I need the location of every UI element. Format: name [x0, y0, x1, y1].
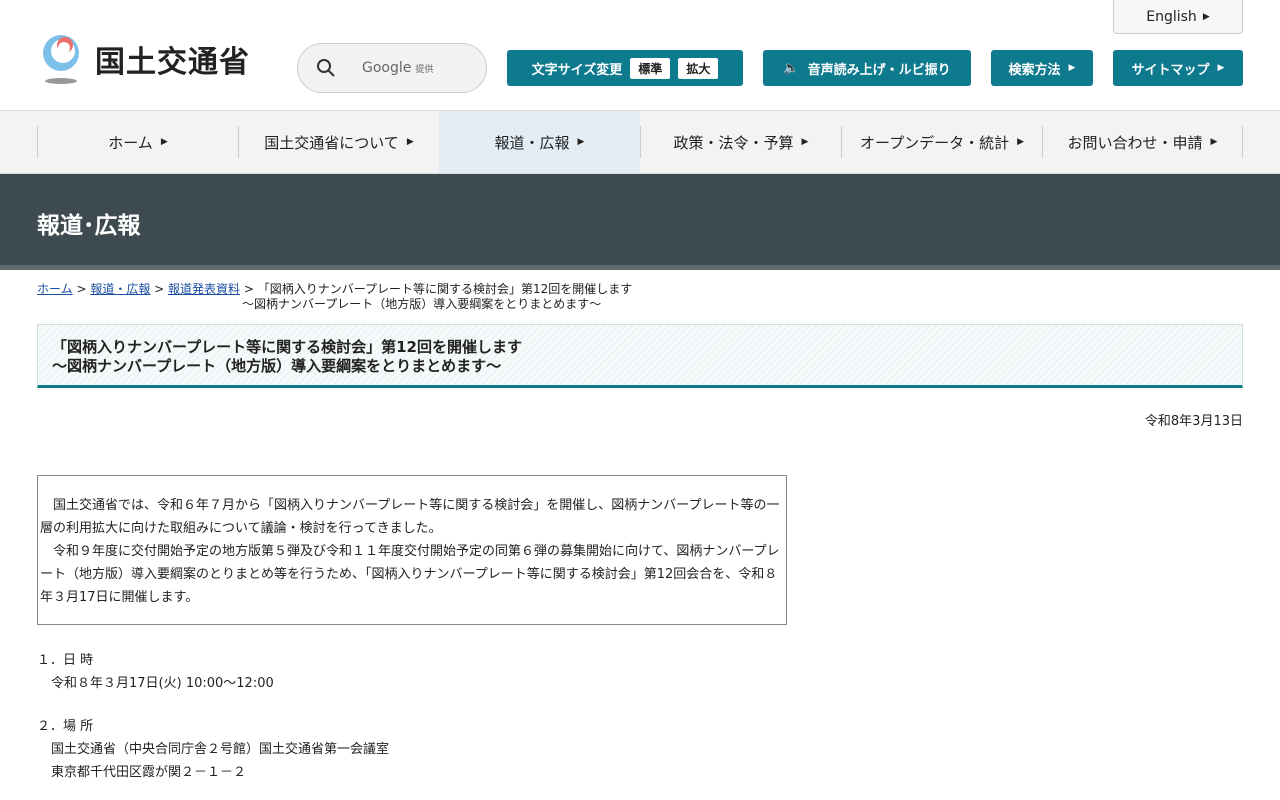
triangle-right-icon: ▶ [801, 137, 809, 147]
breadcrumb-press[interactable]: 報道・広報 [90, 282, 150, 296]
nav-policy[interactable]: 政策・法令・予算 ▶ [640, 126, 841, 158]
triangle-right-icon: ▶ [1202, 11, 1210, 22]
search-brand: Google [362, 60, 412, 76]
breadcrumb: ホーム > 報道・広報 > 報道発表資料 > 「図柄入りナンバープレート等に関す… [37, 282, 637, 312]
speech-label: 音声読み上げ・ルビ振り [807, 62, 951, 78]
header: 国土交通省 English ▶ Google 提供 文字サイズ変更 標準 拡大 🔈 音… [0, 0, 1280, 111]
triangle-right-icon: ▶ [1068, 63, 1076, 73]
search-button[interactable]: Google 提供 [297, 43, 487, 93]
nav-label: 政策・法令・予算 [673, 133, 794, 152]
section-line: 令和８年３月17日(火) 10:00～12:00 [51, 676, 274, 691]
speech-button[interactable]: 🔈 音声読み上げ・ルビ振り [763, 50, 971, 86]
font-standard-button[interactable]: 標準 [630, 57, 671, 79]
sitemap-button[interactable]: サイトマップ ▶ [1113, 50, 1243, 86]
triangle-right-icon: ▶ [1017, 137, 1025, 147]
nav-press[interactable]: 報道・広報 ▶ [439, 111, 640, 173]
nav-label: お問い合わせ・申請 [1067, 133, 1203, 152]
nav-label: 国土交通省について [264, 133, 399, 152]
nav-contact[interactable]: お問い合わせ・申請 ▶ [1042, 126, 1243, 158]
section-place: ２．場 所 国土交通省（中央合同庁舎２号館）国土交通省第一会議室 東京都千代田区… [37, 715, 1280, 784]
section-line: 国土交通省（中央合同庁舎２号館）国土交通省第一会議室 [51, 742, 390, 757]
search-method-label: 検索方法 [1008, 62, 1061, 78]
nav-home[interactable]: ホーム ▶ [37, 126, 238, 158]
nav-label: 報道・広報 [494, 133, 570, 152]
english-link[interactable]: English ▶ [1113, 0, 1243, 34]
section-banner: 報道･広報 [0, 174, 1280, 270]
breadcrumb-current-sub: ～図柄ナンバープレート（地方版）導入要綱案をとりまとめます～ [242, 297, 602, 311]
search-provided: 提供 [415, 65, 434, 75]
triangle-right-icon: ▶ [1210, 137, 1218, 147]
triangle-right-icon: ▶ [406, 137, 414, 147]
triangle-right-icon: ▶ [577, 137, 585, 147]
nav-label: オープンデータ・統計 [859, 133, 1010, 152]
section-heading: ２．場 所 [37, 719, 94, 734]
breadcrumb-current: 「図柄入りナンバープレート等に関する検討会」第12回を開催します [257, 282, 633, 296]
nav-label: ホーム [108, 133, 153, 152]
nav-about[interactable]: 国土交通省について ▶ [238, 126, 439, 158]
search-icon [317, 59, 335, 77]
triangle-right-icon: ▶ [1217, 63, 1225, 73]
font-size-label: 文字サイズ変更 [531, 62, 623, 78]
sitemap-label: サイトマップ [1131, 62, 1210, 78]
section-datetime: １．日 時 令和８年３月17日(火) 10:00～12:00 [37, 649, 1280, 695]
section-heading: １．日 時 [37, 653, 94, 668]
publish-date: 令和8年3月13日 [1144, 414, 1243, 429]
breadcrumb-home[interactable]: ホーム [37, 282, 73, 296]
summary-box: 国土交通省では、令和６年７月から「図柄入りナンバープレート等に関する検討会」を開… [37, 475, 787, 625]
ministry-logo-icon [43, 35, 79, 84]
logo-text: 国土交通省 [95, 45, 250, 80]
page-title: 「図柄入りナンバープレート等に関する検討会」第12回を開催します ～図柄ナンバー… [37, 324, 1243, 388]
font-size-control: 文字サイズ変更 標準 拡大 [507, 50, 743, 86]
summary-paragraph: 国土交通省では、令和６年７月から「図柄入りナンバープレート等に関する検討会」を開… [40, 498, 780, 536]
search-method-button[interactable]: 検索方法 ▶ [991, 50, 1093, 86]
english-label: English [1146, 8, 1197, 25]
global-nav: ホーム ▶ 国土交通省について ▶ 報道・広報 ▶ 政策・法令・予算 ▶ オープンデータ… [0, 111, 1280, 174]
title-line1: 「図柄入りナンバープレート等に関する検討会」第12回を開催します [52, 338, 522, 356]
speaker-icon: 🔈 [783, 60, 800, 76]
breadcrumb-releases[interactable]: 報道発表資料 [168, 282, 240, 296]
summary-paragraph: 令和９年度に交付開始予定の地方版第５弾及び令和１１年度交付開始予定の同第６弾の募… [40, 544, 780, 605]
nav-opendata[interactable]: オープンデータ・統計 ▶ [841, 126, 1042, 158]
section-line: 東京都千代田区霞が関２－１－２ [51, 765, 247, 780]
triangle-right-icon: ▶ [160, 137, 168, 147]
logo[interactable]: 国土交通省 [37, 33, 250, 85]
title-line2: ～図柄ナンバープレート（地方版）導入要綱案をとりまとめます～ [52, 357, 502, 375]
font-large-button[interactable]: 拡大 [678, 57, 719, 79]
